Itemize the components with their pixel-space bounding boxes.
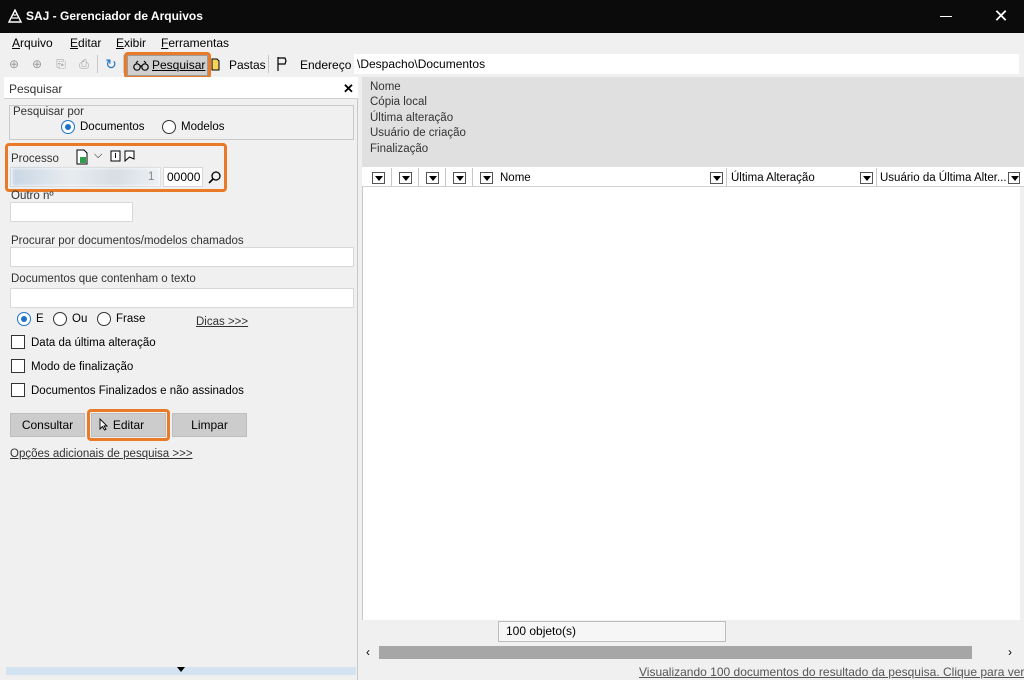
attach-icon[interactable]: ⎘ xyxy=(53,57,69,71)
bookmark-icon[interactable] xyxy=(124,150,135,162)
info-ultima-alteracao: Última alteração xyxy=(370,112,454,124)
column-separator xyxy=(726,168,727,186)
menu-editar[interactable]: Editar xyxy=(70,36,101,50)
refresh-icon[interactable]: ↻ xyxy=(103,57,119,71)
editar-label: Editar xyxy=(112,418,145,432)
contendo-label: Documentos que contenham o texto xyxy=(11,273,196,285)
pastas-button[interactable]: Pastas xyxy=(229,58,266,72)
search-panel-title: Pesquisar xyxy=(9,82,63,96)
procurar-label: Procurar por documentos/modelos chamados xyxy=(11,235,244,247)
pesquisar-label: Pesquisar xyxy=(152,58,206,72)
column-header-ultima-alteracao[interactable]: Última Alteração xyxy=(731,172,815,184)
column-separator xyxy=(876,168,877,186)
radio-modelos-label: Modelos xyxy=(181,121,225,133)
dicas-link[interactable]: Dicas >>> xyxy=(196,316,248,328)
note-icon[interactable] xyxy=(110,150,121,162)
limpar-button[interactable]: Limpar xyxy=(172,413,247,437)
checkbox-finalizados-nao-assinados[interactable] xyxy=(11,383,25,397)
column-filter-dropdown[interactable] xyxy=(710,172,723,184)
column-separator xyxy=(418,168,419,186)
column-filter-dropdown[interactable] xyxy=(399,172,412,184)
more-options-link[interactable]: Opções adicionais de pesquisa >>> xyxy=(10,448,193,460)
consultar-button[interactable]: Consultar xyxy=(10,413,85,437)
processo-number-redacted xyxy=(12,168,160,186)
column-filter-dropdown[interactable] xyxy=(860,172,873,184)
column-separator xyxy=(445,168,446,186)
menu-ferramentas[interactable]: Ferramentas xyxy=(161,36,229,50)
procurar-input[interactable] xyxy=(10,247,354,267)
folder-icon xyxy=(211,58,220,71)
processo-label: Processo xyxy=(11,153,59,165)
info-finalizacao: Finalização xyxy=(370,143,429,155)
expand-down-icon[interactable] xyxy=(177,667,185,673)
menu-arquivo[interactable]: Arquivo xyxy=(12,36,53,50)
window-title: SAJ - Gerenciador de Arquivos xyxy=(26,9,203,23)
radio-ou-label: Ou xyxy=(72,313,88,325)
radio-documentos-label: Documentos xyxy=(80,121,145,133)
checkbox-modo-finalizacao[interactable] xyxy=(11,359,25,373)
column-header-nome[interactable]: Nome xyxy=(500,172,531,184)
info-copia-local: Cópia local xyxy=(370,96,427,108)
new-document-icon[interactable] xyxy=(75,149,89,165)
column-filter-dropdown[interactable] xyxy=(1008,172,1020,184)
processo-suffix: 1 xyxy=(148,171,155,183)
info-nome: Nome xyxy=(370,81,401,93)
checkbox-data-alteracao-label: Data da última alteração xyxy=(31,337,156,349)
scroll-right-icon[interactable]: › xyxy=(1008,645,1012,659)
chevron-down-icon[interactable]: ⌵ xyxy=(94,149,102,162)
column-filter-dropdown[interactable] xyxy=(453,172,466,184)
document-info-panel: Nome Cópia local Última alteração Usuári… xyxy=(362,77,1024,167)
toolbar-separator xyxy=(123,55,124,73)
search-icon[interactable] xyxy=(208,170,222,184)
horizontal-scrollbar[interactable]: ‹ › xyxy=(362,644,1020,661)
checkbox-modo-finalizacao-label: Modo de finalização xyxy=(31,361,134,373)
radio-frase-label: Frase xyxy=(116,313,146,325)
print-icon[interactable]: ⎙ xyxy=(76,57,92,71)
info-usuario-criacao: Usuário de criação xyxy=(370,127,466,139)
outro-input[interactable] xyxy=(10,202,133,222)
minimize-icon[interactable] xyxy=(940,16,952,17)
new-copy-icon[interactable]: ⊕ xyxy=(29,57,45,71)
results-grid[interactable] xyxy=(362,167,1020,620)
scroll-left-icon[interactable]: ‹ xyxy=(366,645,370,659)
radio-ou[interactable] xyxy=(53,312,67,326)
toolbar-separator xyxy=(97,55,98,73)
radio-modelos[interactable] xyxy=(162,120,176,134)
checkbox-finalizados-label: Documentos Finalizados e não assinados xyxy=(31,385,244,397)
outro-label: Outro nº xyxy=(11,190,54,202)
endereco-label: Endereço xyxy=(300,58,352,72)
contendo-input[interactable] xyxy=(10,288,354,308)
toolbar-separator xyxy=(268,55,269,73)
close-icon[interactable]: ✕ xyxy=(992,7,1010,25)
search-by-label: Pesquisar por xyxy=(13,106,84,118)
column-filter-dropdown[interactable] xyxy=(480,172,493,184)
pesquisar-button[interactable]: Pesquisar xyxy=(127,55,208,76)
address-input[interactable]: \Despacho\Documentos xyxy=(354,54,1019,74)
binoculars-icon xyxy=(133,60,149,71)
app-logo-icon xyxy=(8,9,22,23)
mouse-cursor-icon xyxy=(99,418,108,431)
checkbox-data-alteracao[interactable] xyxy=(11,335,25,349)
column-filter-dropdown[interactable] xyxy=(372,172,385,184)
column-separator xyxy=(391,168,392,186)
processo-foro-input[interactable]: 00000 xyxy=(163,167,203,187)
menu-exibir[interactable]: Exibir xyxy=(116,36,146,50)
radio-e[interactable] xyxy=(17,312,31,326)
radio-documentos[interactable] xyxy=(61,120,75,134)
close-icon[interactable]: ✕ xyxy=(343,81,354,97)
object-count: 100 objeto(s) xyxy=(498,621,726,642)
column-separator xyxy=(472,168,473,186)
title-bar: SAJ - Gerenciador de Arquivos ✕ xyxy=(0,0,1024,33)
signpost-icon xyxy=(277,57,287,71)
scrollbar-thumb[interactable] xyxy=(379,646,972,659)
radio-frase[interactable] xyxy=(97,312,111,326)
view-more-link[interactable]: Visualizando 100 documentos do resultado… xyxy=(639,665,1024,679)
radio-e-label: E xyxy=(36,313,44,325)
new-doc-icon[interactable]: ⊕ xyxy=(6,57,22,71)
column-header-usuario-ultima-alteracao[interactable]: Usuário da Última Alter... xyxy=(880,172,1007,184)
column-filter-dropdown[interactable] xyxy=(426,172,439,184)
menu-bar: Arquivo Editar Exibir Ferramentas xyxy=(0,33,1024,53)
